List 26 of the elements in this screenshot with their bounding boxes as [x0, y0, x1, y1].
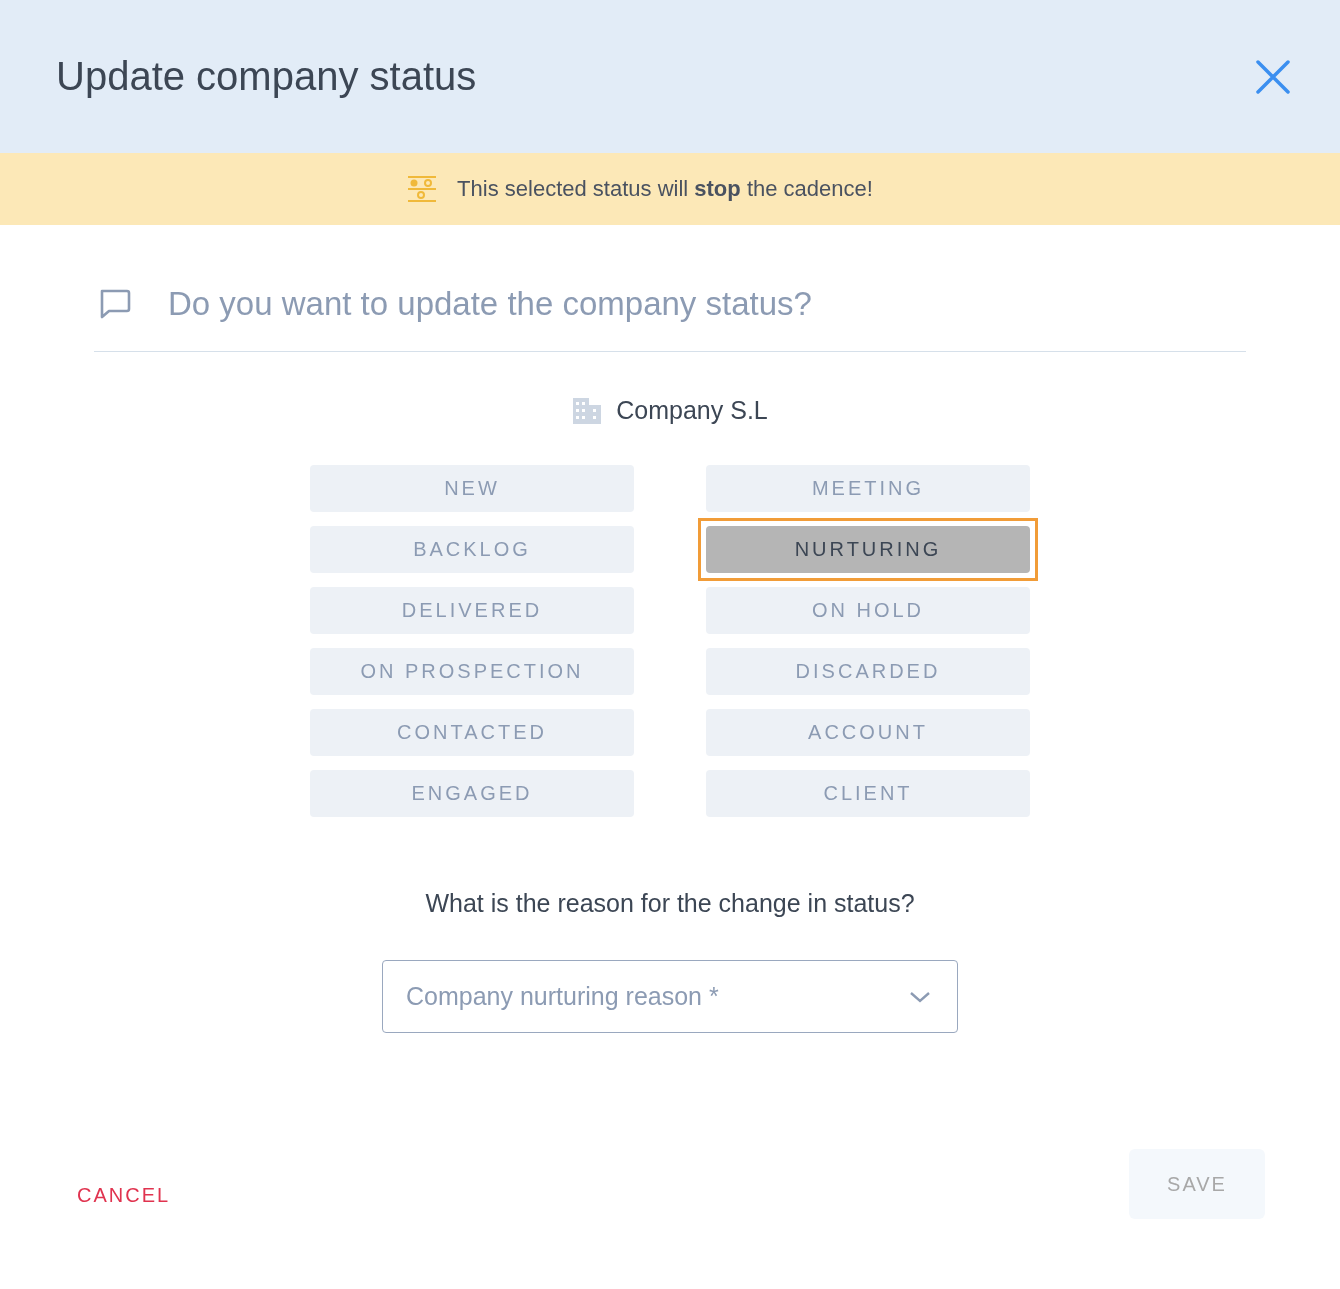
- dialog-title: Update company status: [56, 54, 477, 99]
- close-button[interactable]: [1256, 59, 1290, 94]
- question-text: Do you want to update the company status?: [168, 285, 812, 323]
- sliders-icon: [407, 175, 438, 203]
- dropdown-placeholder: Company nurturing reason *: [406, 982, 719, 1011]
- chevron-down-icon: [909, 990, 931, 1003]
- cancel-button[interactable]: CANCEL: [77, 1184, 171, 1207]
- reason-dropdown[interactable]: Company nurturing reason *: [382, 960, 958, 1033]
- status-button[interactable]: ON PROSPECTION: [310, 648, 634, 695]
- status-button[interactable]: ENGAGED: [310, 770, 634, 817]
- warning-text: This selected status will stop the cadence!: [457, 176, 873, 202]
- comment-icon: [98, 288, 132, 320]
- status-button[interactable]: DISCARDED: [706, 648, 1030, 695]
- company-name: Company S.L: [616, 396, 768, 425]
- building-icon: [572, 396, 603, 425]
- status-button[interactable]: NURTURING: [706, 526, 1030, 573]
- status-button[interactable]: ACCOUNT: [706, 709, 1030, 756]
- status-button[interactable]: MEETING: [706, 465, 1030, 512]
- status-button[interactable]: BACKLOG: [310, 526, 634, 573]
- status-button[interactable]: CONTACTED: [310, 709, 634, 756]
- status-button[interactable]: ON HOLD: [706, 587, 1030, 634]
- reason-label: What is the reason for the change in status?: [425, 889, 915, 918]
- status-button[interactable]: DELIVERED: [310, 587, 634, 634]
- close-icon: [1256, 59, 1290, 94]
- status-button[interactable]: CLIENT: [706, 770, 1030, 817]
- status-button[interactable]: NEW: [310, 465, 634, 512]
